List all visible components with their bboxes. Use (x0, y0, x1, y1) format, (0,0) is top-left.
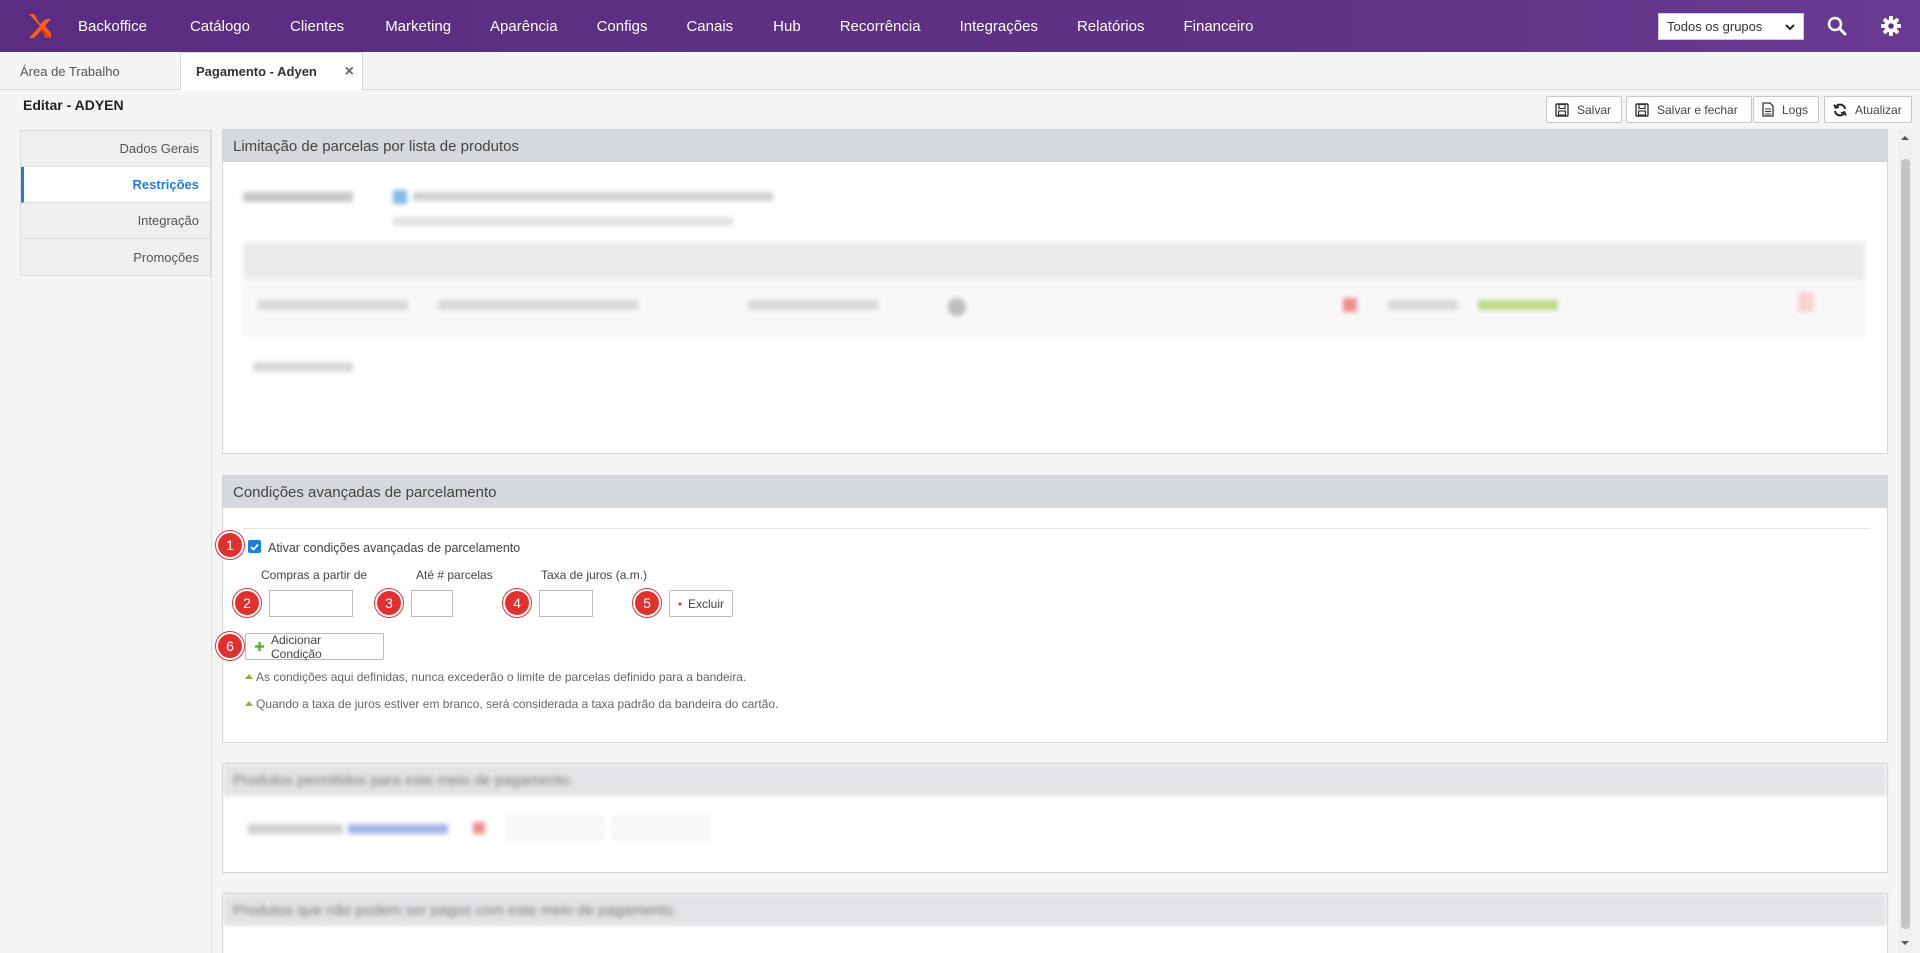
panel-title-allowed: Produtos permitidos para este meio de pa… (223, 764, 1887, 796)
search-icon[interactable] (1824, 13, 1850, 39)
nav-configs[interactable]: Configs (597, 18, 670, 35)
tab-workspace[interactable]: Área de Trabalho (20, 52, 120, 90)
delete-label: Excluir (687, 596, 724, 611)
nav-recorrencia[interactable]: Recorrência (840, 18, 943, 35)
col-upto-label: Até # parcelas (416, 568, 493, 582)
blurred-content (223, 162, 1889, 455)
floppy-icon (1555, 102, 1569, 117)
nav-relatorios[interactable]: Relatórios (1077, 18, 1167, 35)
tab-label: Pagamento - Adyen (196, 64, 317, 79)
scroll-thumb[interactable] (1901, 159, 1910, 929)
nav-backoffice[interactable]: Backoffice (78, 18, 169, 35)
menu-dados-gerais[interactable]: Dados Gerais (21, 131, 210, 167)
divider (243, 528, 1869, 529)
blurred-content (223, 796, 1889, 874)
menu-promocoes[interactable]: Promoções (21, 239, 210, 275)
chevron-down-icon (1785, 23, 1795, 30)
content-area: Limitação de parcelas por lista de produ… (211, 129, 1897, 953)
note-2: Quando a taxa de juros estiver em branco… (245, 697, 778, 711)
save-close-button[interactable]: Salvar e fechar (1626, 96, 1752, 123)
group-select-value: Todos os grupos (1667, 19, 1763, 34)
nav-financeiro[interactable]: Financeiro (1183, 18, 1275, 35)
document-icon (1762, 102, 1774, 117)
panel-title-advanced: Condições avançadas de parcelamento (223, 476, 1887, 508)
tab-bar: Área de Trabalho Pagamento - Adyen × (0, 52, 1920, 91)
panel-title-limit: Limitação de parcelas por lista de produ… (223, 130, 1887, 162)
step-badge-2: 2 (233, 589, 261, 617)
floppy-icon (1635, 102, 1649, 117)
delete-x-icon (678, 601, 682, 606)
nav-aparencia[interactable]: Aparência (490, 18, 580, 35)
close-icon[interactable]: × (345, 63, 354, 81)
delete-condition-button[interactable]: Excluir (669, 590, 733, 617)
scroll-up-icon[interactable] (1898, 132, 1912, 144)
brand-logo[interactable] (0, 0, 80, 52)
nav-integracoes[interactable]: Integrações (960, 18, 1060, 35)
page-title: Editar - ADYEN (23, 97, 124, 113)
step-badge-4: 4 (503, 589, 531, 617)
panel-denied-products: Produtos que não podem ser pagos com est… (222, 893, 1888, 953)
caret-up-icon (245, 701, 253, 706)
side-menu: Dados Gerais Restrições Integração Promo… (20, 130, 211, 276)
panel-title-denied: Produtos que não podem ser pagos com est… (223, 894, 1887, 926)
check-icon (250, 543, 259, 551)
note-1-text: As condições aqui definidas, nunca exced… (256, 670, 747, 684)
plus-icon (255, 642, 264, 651)
menu-restricoes[interactable]: Restrições (21, 167, 210, 203)
save-label: Salvar (1577, 102, 1612, 117)
scroll-down-icon[interactable] (1898, 937, 1912, 949)
step-badge-1: 1 (216, 531, 244, 559)
save-close-label: Salvar e fechar (1657, 102, 1738, 117)
col-rate-label: Taxa de juros (a.m.) (541, 568, 648, 582)
add-condition-label: Adicionar Condição (271, 632, 322, 661)
refresh-icon (1833, 103, 1847, 116)
nav-canais[interactable]: Canais (686, 18, 755, 35)
nav-marketing[interactable]: Marketing (385, 18, 473, 35)
nav-clientes[interactable]: Clientes (290, 18, 366, 35)
purchase-from-input[interactable] (269, 590, 353, 617)
top-navbar: Backoffice Catálogo Clientes Marketing A… (0, 0, 1920, 52)
x-logo-icon (29, 14, 51, 38)
panel-limit-by-products: Limitação de parcelas por lista de produ… (222, 129, 1888, 454)
note-1: As condições aqui definidas, nunca exced… (245, 670, 746, 684)
step-badge-3: 3 (375, 589, 403, 617)
nav-hub[interactable]: Hub (773, 18, 823, 35)
installments-input[interactable] (411, 590, 453, 617)
content-scrollbar[interactable] (1898, 129, 1912, 953)
panel-advanced-conditions: Condições avançadas de parcelamento 1 At… (216, 475, 1888, 743)
interest-rate-input[interactable] (539, 590, 593, 617)
logs-button[interactable]: Logs (1753, 96, 1819, 123)
refresh-button[interactable]: Atualizar (1824, 96, 1912, 123)
step-badge-5: 5 (633, 589, 661, 617)
tab-pagamento-adyen[interactable]: Pagamento - Adyen × (180, 52, 363, 91)
note-2-text: Quando a taxa de juros estiver em branco… (256, 697, 779, 711)
step-badge-6: 6 (216, 632, 244, 660)
enable-advanced-label: Ativar condições avançadas de parcelamen… (268, 541, 521, 555)
panel-allowed-products: Produtos permitidos para este meio de pa… (222, 763, 1888, 873)
logs-label: Logs (1782, 102, 1809, 117)
gear-icon[interactable] (1878, 13, 1904, 39)
caret-up-icon (245, 674, 253, 679)
menu-integracao[interactable]: Integração (21, 203, 210, 239)
nav-catalogo[interactable]: Catálogo (190, 18, 272, 35)
enable-advanced-checkbox[interactable] (248, 540, 261, 553)
add-condition-button[interactable]: Adicionar Condição (245, 632, 384, 661)
col-from-label: Compras a partir de (261, 568, 368, 582)
save-button[interactable]: Salvar (1546, 96, 1622, 123)
refresh-label: Atualizar (1855, 102, 1902, 117)
group-select[interactable]: Todos os grupos (1658, 13, 1804, 40)
